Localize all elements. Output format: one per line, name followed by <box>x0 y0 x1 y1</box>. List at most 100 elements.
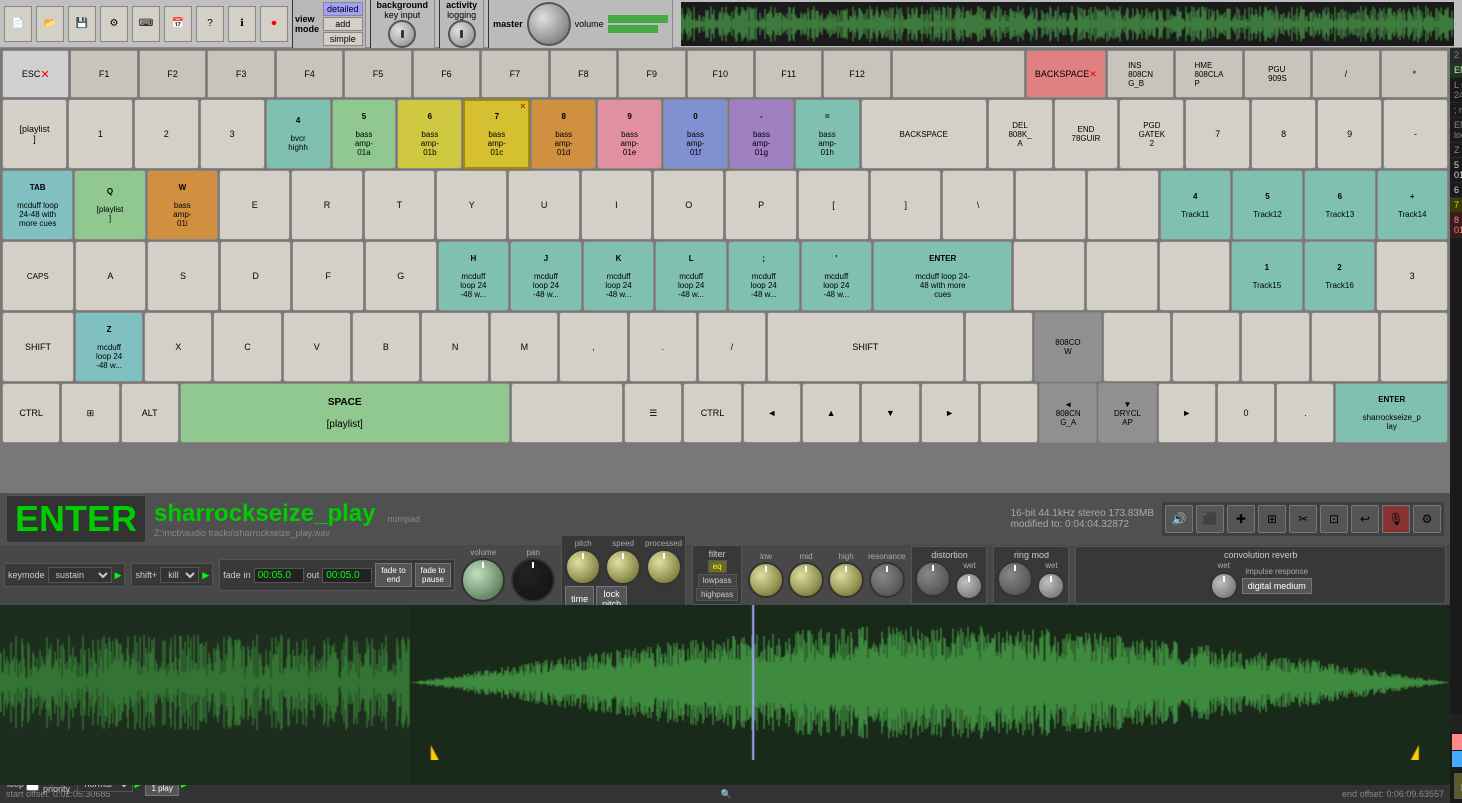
numdot-key[interactable]: . <box>1276 383 1334 443</box>
eq-btn[interactable]: eq <box>708 560 727 573</box>
ringmod-knob[interactable] <box>997 561 1033 597</box>
lshift-key[interactable]: SHIFT <box>2 312 74 382</box>
grave-key[interactable]: [playlist] <box>2 99 67 169</box>
f2-key[interactable]: F2 <box>139 50 206 98</box>
f9-key[interactable]: F9 <box>618 50 685 98</box>
f12-key[interactable]: F12 <box>823 50 890 98</box>
pitch-knob[interactable] <box>565 549 601 585</box>
y-key[interactable]: Y <box>436 170 507 240</box>
l-key[interactable]: Lmcduffloop 24-48 w... <box>655 241 727 311</box>
minus-key[interactable]: -bassamp-01g <box>729 99 794 169</box>
reverb-wet-knob[interactable] <box>1210 572 1238 600</box>
f1-key[interactable]: F1 <box>70 50 137 98</box>
detailed-btn[interactable]: detailed <box>323 2 363 16</box>
ctrl-key[interactable]: CTRL <box>2 383 60 443</box>
rshift-key[interactable]: SHIFT <box>767 312 964 382</box>
tab-track11[interactable]: 4Track11 <box>1160 170 1231 240</box>
master-volume-knob[interactable] <box>527 2 571 46</box>
f11-key[interactable]: F11 <box>755 50 822 98</box>
simple-btn[interactable]: simple <box>323 32 363 46</box>
hme-key[interactable]: HME808CLAP <box>1175 50 1242 98</box>
fade-to-end-btn[interactable]: fade toend <box>375 563 411 587</box>
d-key[interactable]: D <box>220 241 292 311</box>
z-key[interactable]: Zmcduffloop 24-48 w... <box>75 312 143 382</box>
open-button[interactable]: 📂 <box>36 6 64 42</box>
win-key[interactable]: ⊞ <box>61 383 119 443</box>
a-key[interactable]: A <box>75 241 147 311</box>
q-key[interactable]: Q[playlist] <box>74 170 145 240</box>
dist-wet-knob[interactable] <box>955 572 983 600</box>
numslash-key[interactable]: / <box>1312 50 1379 98</box>
track-item-8[interactable]: 6 bass amp-01b -0:02:02.20 / 0:00:03.60 <box>1450 183 1462 198</box>
808cowa-key[interactable]: ◄808CNG_A <box>1039 383 1097 443</box>
num2-key[interactable]: 2 <box>134 99 199 169</box>
space-key[interactable]: SPACE[playlist] <box>180 383 510 443</box>
color-swatch-lightblue[interactable] <box>1452 751 1462 767</box>
caps-track16[interactable]: 2Track16 <box>1304 241 1376 311</box>
transport-btn2[interactable]: ✚ <box>1227 505 1255 533</box>
record-transport-btn[interactable]: 🎙 <box>1382 505 1410 533</box>
f10-key[interactable]: F10 <box>687 50 754 98</box>
keymode-select[interactable]: sustain one-shot <box>48 567 112 583</box>
caps-3[interactable]: 3 <box>1376 241 1448 311</box>
tab-key[interactable]: TABmcduff loop24-48 withmore cues <box>2 170 73 240</box>
del-key[interactable]: DEL808K_A <box>988 99 1053 169</box>
f5-key[interactable]: F5 <box>344 50 411 98</box>
h-key[interactable]: Hmcduffloop 24-48 w... <box>438 241 510 311</box>
darrow-key[interactable]: ▼ <box>861 383 919 443</box>
num7pad-key[interactable]: 7 <box>1185 99 1250 169</box>
n-key[interactable]: N <box>421 312 489 382</box>
info-button[interactable]: ℹ <box>228 6 256 42</box>
track-item-2[interactable]: ENTER sharrockseize_play -0:02:20.15 / 0… <box>1450 63 1462 78</box>
t-key[interactable]: T <box>364 170 435 240</box>
activity-knob[interactable] <box>448 20 476 48</box>
fade-to-pause-btn[interactable]: fade topause <box>415 563 451 587</box>
num0-key[interactable]: 0bassamp-01f <box>663 99 728 169</box>
f4-key[interactable]: F4 <box>276 50 343 98</box>
mid-knob[interactable] <box>788 562 824 598</box>
backspace2-key[interactable]: BACKSPACE <box>861 99 987 169</box>
equals-key[interactable]: =bassamp-01h <box>795 99 860 169</box>
menu-key[interactable]: ☰ <box>624 383 682 443</box>
backspace-key[interactable]: BACKSPACE✕ <box>1026 50 1106 98</box>
volume-knob[interactable] <box>461 558 505 602</box>
fade-out-input[interactable] <box>322 568 372 583</box>
uarrow-key[interactable]: ▲ <box>802 383 860 443</box>
slash-key[interactable]: / <box>698 312 766 382</box>
numminus-key[interactable]: - <box>1383 99 1448 169</box>
ins-key[interactable]: INS808CNG_B <box>1107 50 1174 98</box>
k-key[interactable]: Kmcduffloop 24-48 w... <box>583 241 655 311</box>
highpass-btn[interactable]: highpass <box>696 588 738 601</box>
caps-key[interactable]: CAPS <box>2 241 74 311</box>
rarrow2-key[interactable]: ► <box>1158 383 1216 443</box>
enter-numpad-btn[interactable]: ENTER <box>6 495 146 543</box>
pgd-key[interactable]: PGDGATEK2 <box>1119 99 1184 169</box>
track-item-1[interactable]: 2 Track16 -0:00:20.64 / 0:00:48.87 <box>1450 48 1462 63</box>
enter-caps-key[interactable]: ENTERmcduff loop 24-48 with morecues <box>873 241 1012 311</box>
enter-pad-key[interactable]: ENTERsharrockseize_play <box>1335 383 1448 443</box>
fade-in-input[interactable] <box>254 568 304 583</box>
m-key[interactable]: M <box>490 312 558 382</box>
color-swatch-red[interactable] <box>1452 734 1462 750</box>
num6-key[interactable]: 6bassamp-01b <box>397 99 462 169</box>
track-item-7[interactable]: 5 bass amp-01a -0:00:00.56 / 0:00:01.99 <box>1450 158 1462 183</box>
pan-knob[interactable] <box>511 558 555 602</box>
transport-btn4[interactable]: ✂ <box>1289 505 1317 533</box>
num1-key[interactable]: 1 <box>68 99 133 169</box>
tab-track12[interactable]: 5Track12 <box>1232 170 1303 240</box>
u-key[interactable]: U <box>508 170 579 240</box>
c-key[interactable]: C <box>213 312 281 382</box>
num3-key[interactable]: 3 <box>200 99 265 169</box>
rbracket-key[interactable]: ] <box>870 170 941 240</box>
track-item-3[interactable]: L mcduff loop 24-48 with... -0:00:00.70 … <box>1450 78 1462 103</box>
transport-btn1[interactable]: ⬛ <box>1196 505 1224 533</box>
speed-knob[interactable] <box>605 549 641 585</box>
r-key[interactable]: R <box>291 170 362 240</box>
track-item-6[interactable]: Z mcduff loo.. 4-48 with... -0:00:01.19 … <box>1450 143 1462 158</box>
processed-knob[interactable] <box>646 549 682 585</box>
lowpass-btn[interactable]: lowpass <box>698 574 737 587</box>
num7-key[interactable]: 7bassamp-01c✕ <box>463 99 530 169</box>
e-key[interactable]: E <box>219 170 290 240</box>
num4-key[interactable]: 4bvcrhighh <box>266 99 331 169</box>
num0pad-key[interactable]: 0 <box>1217 383 1275 443</box>
